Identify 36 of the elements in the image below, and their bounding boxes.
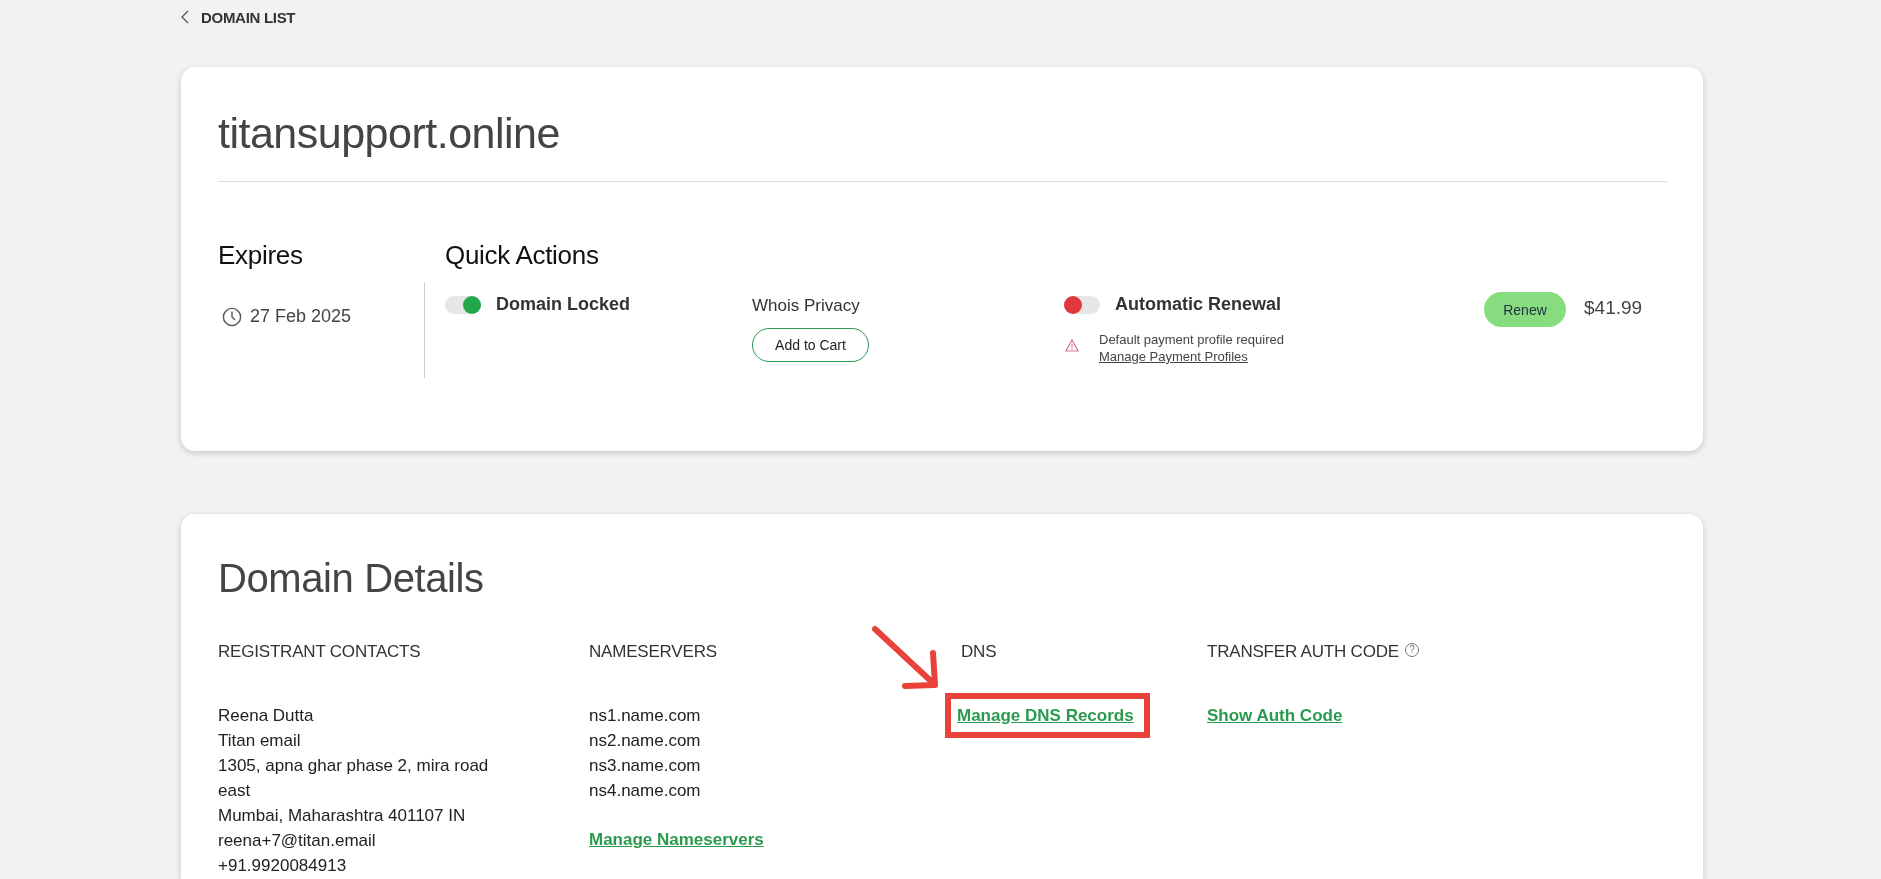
manage-payment-link[interactable]: Manage Payment Profiles <box>1099 348 1248 365</box>
column-heading: DNS <box>961 642 997 662</box>
section-heading: Expires <box>218 240 304 272</box>
price: $41.99 <box>1584 296 1643 319</box>
detail-text: Titan email <box>218 730 302 752</box>
toggle-switch[interactable] <box>445 295 481 314</box>
toggle-label: Domain Locked <box>496 294 631 315</box>
detail-text: ns4.name.com <box>589 780 702 802</box>
link[interactable]: Show Auth Code <box>1207 706 1343 725</box>
detail-text: Reena Dutta <box>218 705 315 727</box>
chevron-left-icon <box>181 10 189 24</box>
add-to-cart-button[interactable]: Add to Cart <box>752 328 869 362</box>
detail-text: +91.9920084913 <box>218 855 348 877</box>
section-heading: Quick Actions <box>444 240 600 272</box>
feature-label: Whois Privacy <box>752 296 861 316</box>
detail-text: 1305, apna ghar phase 2, mira road east <box>218 755 490 802</box>
column-heading: NAMESERVERS <box>589 642 717 662</box>
detail-text: ns1.name.com <box>589 705 702 727</box>
link[interactable]: Manage Nameservers <box>589 830 764 849</box>
back-link[interactable]: DOMAIN LIST <box>181 8 296 26</box>
column-heading: TRANSFER AUTH CODE <box>1207 642 1399 662</box>
toggle-switch[interactable] <box>1064 295 1100 314</box>
link[interactable]: Manage DNS Records <box>957 706 1134 725</box>
renew-button[interactable]: Renew <box>1484 292 1566 327</box>
warning-icon <box>1065 339 1079 352</box>
section-title: Domain Details <box>218 555 485 602</box>
warning-text: Default payment profile required <box>1099 331 1284 348</box>
column-heading: REGISTRANT CONTACTS <box>218 642 421 662</box>
toggle-label: Automatic Renewal <box>1115 294 1282 315</box>
detail-text: ns2.name.com <box>589 730 702 752</box>
expiry-date: 27 Feb 2025 <box>250 306 352 327</box>
domain-name: titansupport.online <box>218 108 561 159</box>
detail-text: reena+7@titan.email <box>218 830 377 852</box>
detail-text: ns3.name.com <box>589 755 702 777</box>
clock-icon <box>222 306 242 327</box>
detail-text: Mumbai, Maharashtra 401107 IN <box>218 805 467 827</box>
